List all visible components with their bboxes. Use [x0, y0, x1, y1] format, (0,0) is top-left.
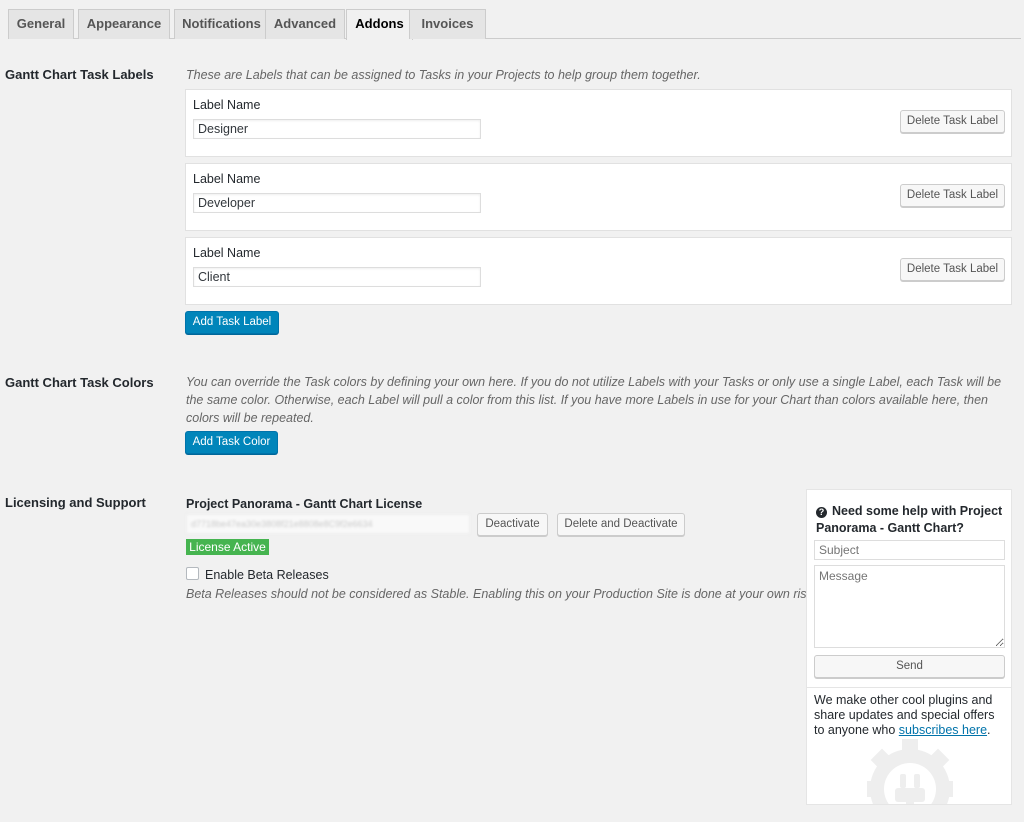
beta-description: Beta Releases should not be considered a…: [186, 587, 817, 601]
licensing-heading: Licensing and Support: [5, 495, 146, 510]
help-message-textarea[interactable]: [814, 565, 1005, 648]
task-label-row: Label Name Delete Task Label: [185, 237, 1012, 305]
label-name-caption: Label Name: [193, 98, 261, 112]
send-button[interactable]: Send: [814, 655, 1005, 678]
task-colors-heading: Gantt Chart Task Colors: [5, 375, 154, 390]
task-labels-heading: Gantt Chart Task Labels: [5, 67, 154, 82]
help-widget: ? Need some help with Project Panorama - …: [806, 489, 1012, 805]
tab-advanced[interactable]: Advanced: [265, 9, 345, 39]
license-title: Project Panorama - Gantt Chart License: [186, 497, 423, 511]
help-subject-input[interactable]: [814, 540, 1005, 560]
label-name-caption: Label Name: [193, 172, 261, 186]
task-label-row: Label Name Delete Task Label: [185, 89, 1012, 157]
enable-beta-label[interactable]: Enable Beta Releases: [205, 568, 329, 582]
delete-task-label-button[interactable]: Delete Task Label: [900, 110, 1005, 133]
tab-addons[interactable]: Addons: [346, 9, 413, 40]
task-label-row: Label Name Delete Task Label: [185, 163, 1012, 231]
task-colors-description: You can override the Task colors by defi…: [186, 375, 1002, 425]
help-title: ? Need some help with Project Panorama - …: [816, 503, 1006, 537]
deactivate-button[interactable]: Deactivate: [477, 513, 548, 536]
help-divider: [807, 687, 1011, 688]
delete-task-label-button[interactable]: Delete Task Label: [900, 258, 1005, 281]
license-status-badge: License Active: [186, 539, 269, 555]
settings-tabs: General Appearance Notifications Advance…: [8, 9, 1021, 40]
help-title-text: Need some help with Project Panorama - G…: [816, 504, 1003, 535]
enable-beta-checkbox[interactable]: [186, 567, 199, 580]
tab-invoices[interactable]: Invoices: [409, 9, 486, 39]
add-task-color-button[interactable]: Add Task Color: [185, 431, 278, 454]
question-circle-icon: ?: [816, 507, 827, 518]
tab-notifications[interactable]: Notifications: [174, 9, 269, 39]
label-name-input[interactable]: [193, 267, 481, 287]
help-promo-text: We make other cool plugins and share upd…: [814, 693, 1007, 738]
label-name-input[interactable]: [193, 119, 481, 139]
promo-text-after: .: [987, 723, 991, 737]
delete-and-deactivate-button[interactable]: Delete and Deactivate: [557, 513, 685, 536]
license-key-field[interactable]: d7718be47ea30e3808f21e8808e8C9f2e6634: [186, 514, 470, 534]
task-labels-description: These are Labels that can be assigned to…: [186, 68, 701, 82]
gear-plug-icon: [867, 739, 953, 804]
tab-general[interactable]: General: [8, 9, 74, 39]
label-name-input[interactable]: [193, 193, 481, 213]
delete-task-label-button[interactable]: Delete Task Label: [900, 184, 1005, 207]
tab-appearance[interactable]: Appearance: [78, 9, 170, 39]
add-task-label-button[interactable]: Add Task Label: [185, 311, 279, 334]
label-name-caption: Label Name: [193, 246, 261, 260]
